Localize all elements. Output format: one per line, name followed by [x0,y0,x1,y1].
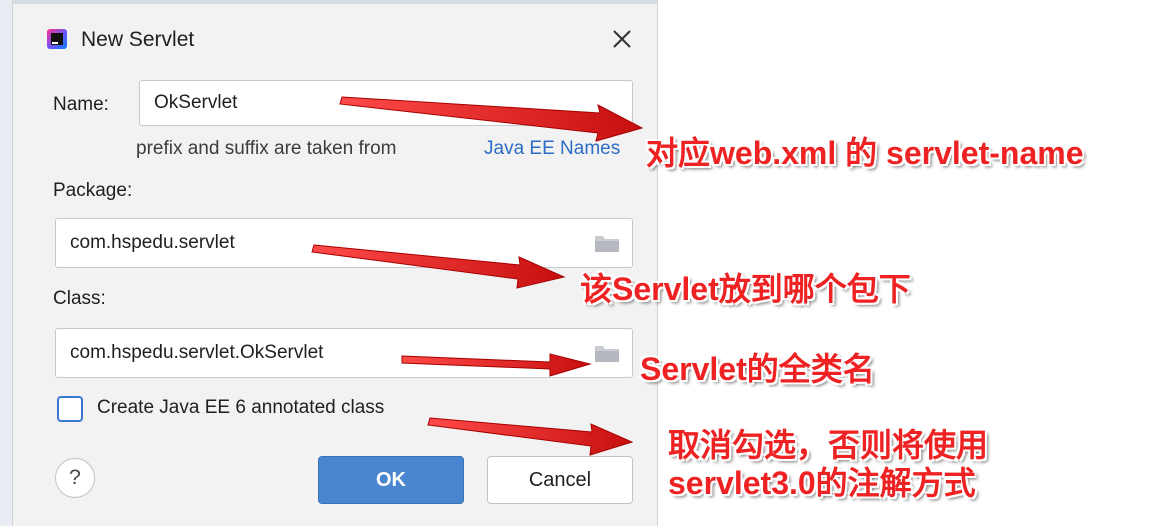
close-icon [613,30,631,48]
package-input[interactable]: com.hspedu.servlet [55,218,633,268]
package-label: Package: [53,180,133,201]
help-button[interactable]: ? [55,458,95,498]
folder-icon [595,236,619,252]
java-ee-names-link[interactable]: Java EE Names [484,138,620,160]
class-label: Class: [53,288,106,309]
name-hint-text: prefix and suffix are taken from [136,138,397,159]
background-window-edge [0,0,12,526]
package-input-value: com.hspedu.servlet [70,232,235,253]
ok-button[interactable]: OK [318,456,464,504]
annotated-class-checkbox[interactable] [57,396,83,422]
name-input[interactable]: OkServlet [139,80,633,126]
package-browse-button[interactable] [594,232,620,254]
class-browse-button[interactable] [594,342,620,364]
checkbox-annotation-line1: 取消勾选，否则将使用 [668,427,989,463]
help-icon: ? [69,466,81,489]
new-servlet-dialog: New Servlet Name: OkServlet prefix and s… [12,0,658,526]
class-input[interactable]: com.hspedu.servlet.OkServlet [55,328,633,378]
name-label: Name: [53,94,109,115]
close-button[interactable] [607,24,637,54]
class-input-value: com.hspedu.servlet.OkServlet [70,342,324,363]
folder-icon [595,346,619,362]
checkbox-annotation: 取消勾选，否则将使用 servlet3.0的注解方式 [668,426,988,502]
annotated-class-checkbox-label[interactable]: Create Java EE 6 annotated class [97,397,384,419]
dialog-titlebar: New Servlet [13,4,657,70]
class-annotation: Servlet的全类名 [640,351,875,387]
name-input-value: OkServlet [154,92,238,113]
package-annotation: 该Servlet放到哪个包下 [580,271,911,307]
cancel-button[interactable]: Cancel [487,456,633,504]
intellij-app-icon [47,29,67,49]
dialog-title: New Servlet [81,28,195,51]
checkbox-annotation-line2: servlet3.0的注解方式 [668,465,976,501]
name-annotation: 对应web.xml 的 servlet-name [646,135,1084,171]
screenshot: New Servlet Name: OkServlet prefix and s… [0,0,1150,526]
